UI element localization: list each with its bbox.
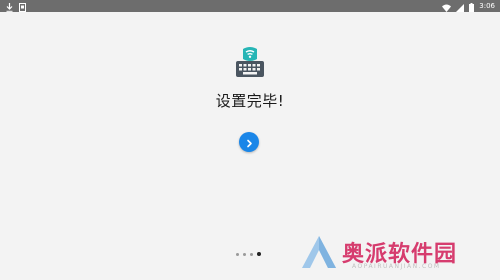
page-title: 设置完毕!	[215, 92, 285, 110]
status-bar-right: 3:06	[442, 0, 495, 12]
page-dot	[243, 252, 246, 256]
status-bar-left	[6, 1, 26, 12]
page-indicator	[236, 252, 261, 256]
page-dot	[250, 252, 253, 256]
watermark-subtext: AOPAIRUANJIAN.COM	[352, 263, 441, 270]
next-button[interactable]	[239, 132, 259, 152]
page-dot	[236, 252, 239, 256]
chevron-right-icon	[245, 133, 254, 152]
page-dot-active	[257, 252, 261, 256]
watermark-logo-icon	[300, 234, 338, 270]
watermark: 奥派软件园 AOPAIRUANJIAN.COM	[296, 232, 492, 274]
status-bar: 3:06	[0, 0, 500, 12]
keyboard-icon	[233, 46, 267, 80]
status-time: 3:06	[479, 2, 495, 10]
